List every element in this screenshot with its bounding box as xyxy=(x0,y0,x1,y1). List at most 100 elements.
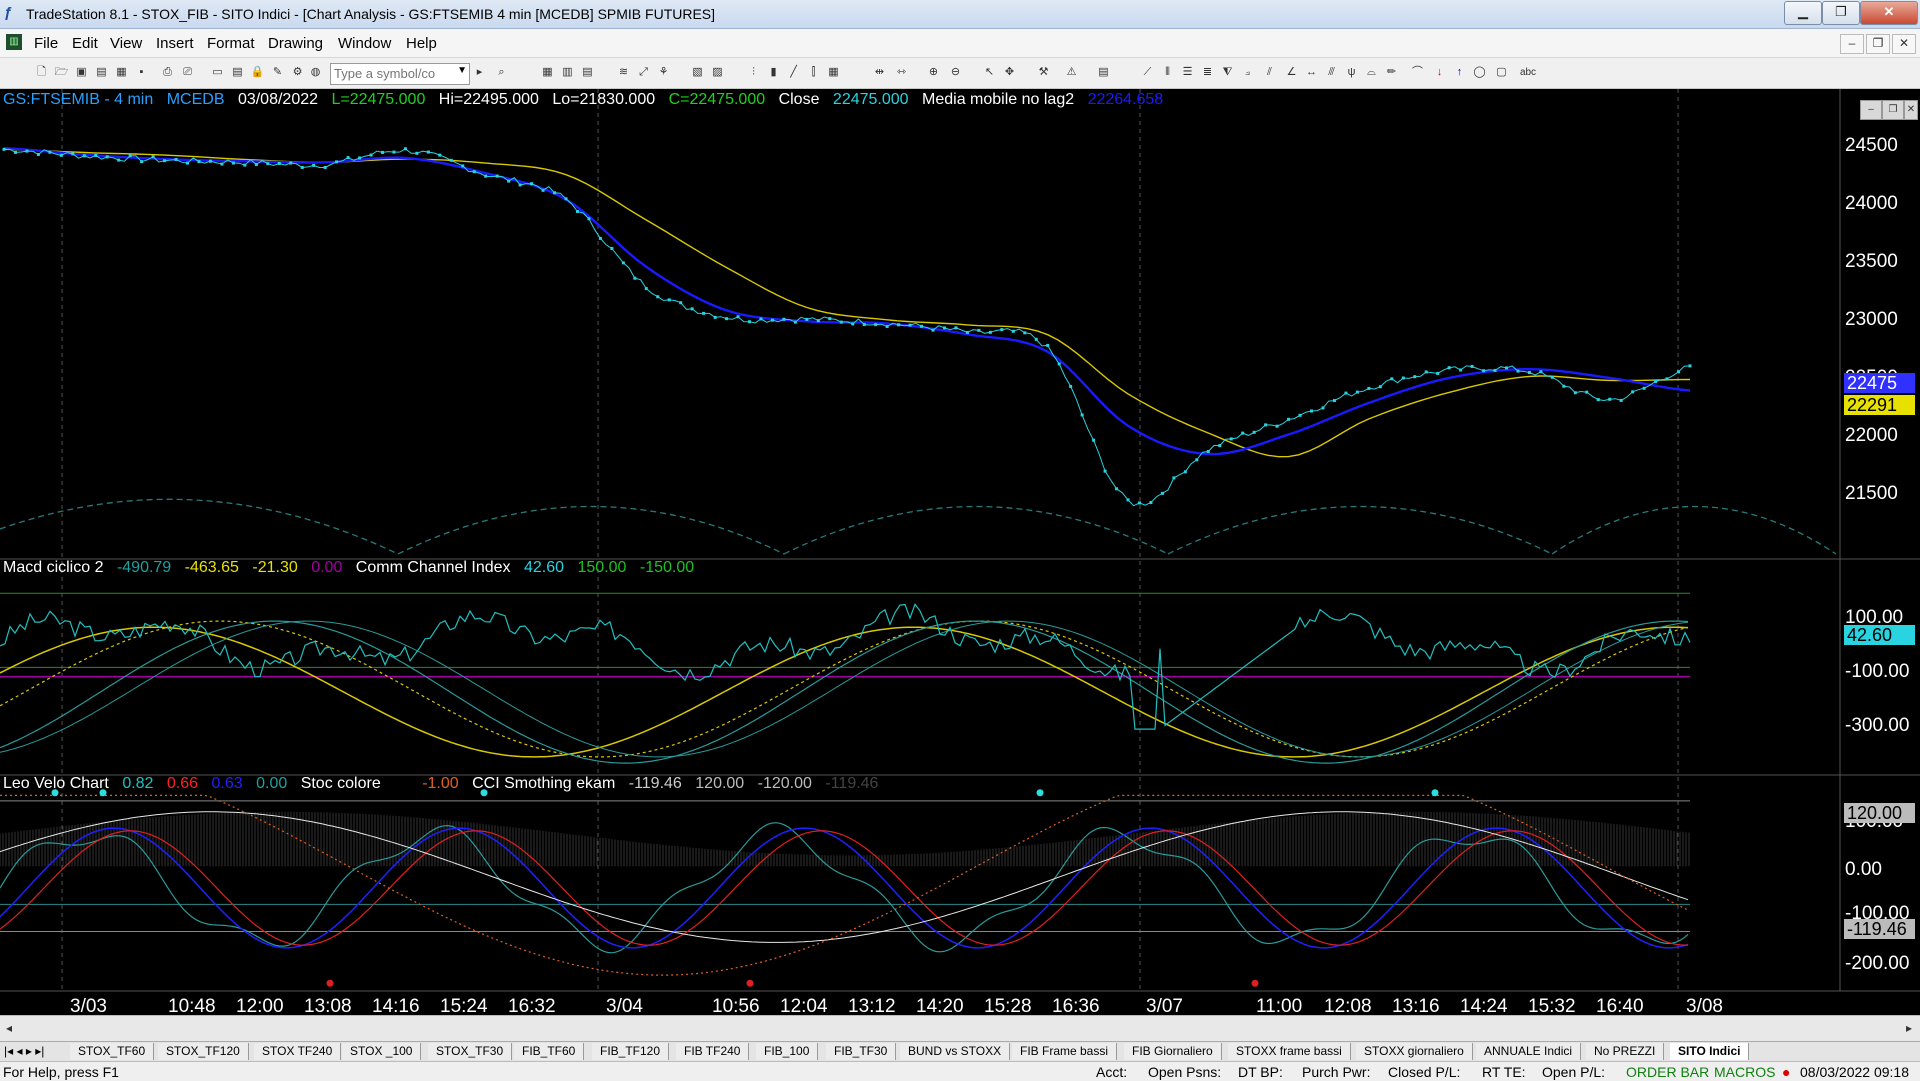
insert-strategy-icon[interactable]: ⚘ xyxy=(656,65,671,80)
trendline-icon[interactable]: ⟋ xyxy=(1140,65,1155,80)
scroll-right-icon[interactable]: ▸ xyxy=(1906,1021,1912,1035)
chart-close-button[interactable]: ✕ xyxy=(1904,100,1918,120)
workspace-tab[interactable]: BUND vs STOXX xyxy=(900,1043,1011,1060)
zoom-out-icon[interactable]: ⊖ xyxy=(948,65,963,80)
workspace-tab[interactable]: STOX _100 xyxy=(342,1043,422,1060)
print-icon[interactable]: ⎙ xyxy=(160,65,175,80)
tab-nav-icon[interactable]: |◂ ◂ ▸ ▸| xyxy=(0,1043,48,1060)
ohlc-icon[interactable]: ⫿ xyxy=(806,65,821,80)
menu-help[interactable]: Help xyxy=(406,35,437,52)
workspace-tab[interactable]: STOX_TF30 xyxy=(428,1043,513,1060)
mdi-minimize-button[interactable]: – xyxy=(1840,34,1864,54)
candle-chart-icon[interactable]: ▮ xyxy=(766,65,781,80)
insert-study-icon[interactable]: ⤢ xyxy=(636,65,651,80)
pointer-icon[interactable]: ↖ xyxy=(982,65,997,80)
format-symbol-icon[interactable]: ▥ xyxy=(560,65,575,80)
workspace-tab[interactable]: FIB_100 xyxy=(756,1043,819,1060)
menu-window[interactable]: Window xyxy=(338,35,391,52)
menu-drawing[interactable]: Drawing xyxy=(268,35,323,52)
new-workspace-icon[interactable]: ▤ xyxy=(94,65,109,80)
workspace-tab[interactable]: ANNUALE Indici xyxy=(1476,1043,1582,1060)
hammer-icon[interactable]: ⚒ xyxy=(1036,65,1051,80)
close-button[interactable]: ✕ xyxy=(1860,1,1918,25)
alert-icon[interactable]: ⚠ xyxy=(1064,65,1079,80)
ellipse-icon[interactable]: ◯ xyxy=(1472,65,1487,80)
workspace-tab[interactable]: FIB_TF60 xyxy=(514,1043,585,1060)
workspace-tab[interactable]: FIB_TF120 xyxy=(592,1043,670,1060)
angle-icon[interactable]: ∠ xyxy=(1284,65,1299,80)
symbol-input[interactable] xyxy=(331,64,449,82)
go-arrow-icon[interactable]: ▸ xyxy=(472,65,487,80)
chart-style-icon[interactable]: ▧ xyxy=(690,65,705,80)
arrow-horizontal-icon[interactable]: ↔ xyxy=(1304,65,1319,80)
open-workspace-icon[interactable]: ▣ xyxy=(74,65,89,80)
channel-icon[interactable]: ⫽ xyxy=(1262,65,1277,80)
rectangle-icon[interactable]: ▢ xyxy=(1494,65,1509,80)
fib-retrace-icon[interactable]: ≣ xyxy=(1200,65,1215,80)
format-window-icon[interactable]: ▦ xyxy=(540,65,555,80)
workspace-tab[interactable]: FIB TF240 xyxy=(676,1043,750,1060)
chart-restore-button[interactable]: ❐ xyxy=(1882,100,1904,120)
speed-lines-icon[interactable]: ⧨ xyxy=(1220,65,1235,80)
vertical-lines-icon[interactable]: ⦀ xyxy=(1160,65,1175,80)
chart-area[interactable]: GS:FTSEMIB - 4 min MCEDB 03/08/2022 L=22… xyxy=(0,89,1920,1017)
compress-bars-icon[interactable]: ⇹ xyxy=(872,65,887,80)
pencil-icon[interactable]: ✏ xyxy=(1384,65,1399,80)
calendar-icon[interactable]: ▤ xyxy=(1096,65,1111,80)
arrow-up-icon[interactable]: ↑ xyxy=(1452,65,1467,80)
workspace-tab[interactable]: No PREZZI xyxy=(1586,1043,1665,1060)
bar-chart-icon[interactable]: ⫶ xyxy=(746,65,761,80)
horizontal-lines-icon[interactable]: ☰ xyxy=(1180,65,1195,80)
chevron-down-icon[interactable]: ▼ xyxy=(457,65,467,76)
workspace-tab[interactable]: STOX TF240 xyxy=(254,1043,342,1060)
workspace-tab[interactable]: STOXX giornaliero xyxy=(1356,1043,1473,1060)
parallel-lines-icon[interactable]: ⫻ xyxy=(1324,65,1339,80)
tools-icon[interactable]: ✎ xyxy=(270,65,285,80)
workspace-tab[interactable]: STOX_TF60 xyxy=(70,1043,155,1060)
line-chart-icon[interactable]: ╱ xyxy=(786,65,801,80)
scroll-left-icon[interactable]: ◂ xyxy=(6,1021,12,1035)
zoom-in-icon[interactable]: ⊕ xyxy=(926,65,941,80)
menu-edit[interactable]: Edit xyxy=(72,35,98,52)
chart-canvas[interactable] xyxy=(0,89,1920,1015)
menu-view[interactable]: View xyxy=(110,35,142,52)
gann-fan-icon[interactable]: ⟓ xyxy=(1240,65,1255,80)
workspace-tab[interactable]: FIB Giornaliero xyxy=(1124,1043,1222,1060)
menu-insert[interactable]: Insert xyxy=(156,35,194,52)
curve-icon[interactable]: ⌒ xyxy=(1410,65,1425,80)
arcs-icon[interactable]: ⌓ xyxy=(1364,65,1379,80)
horizontal-scrollbar[interactable]: ◂ ▸ xyxy=(0,1015,1920,1042)
maximize-button[interactable]: ❐ xyxy=(1822,1,1860,25)
symbol-search[interactable]: ▼ xyxy=(330,63,470,85)
menu-format[interactable]: Format xyxy=(207,35,255,52)
globe-icon[interactable]: ◍ xyxy=(308,65,323,80)
save-icon[interactable]: ▪ xyxy=(134,65,149,80)
expand-bars-icon[interactable]: ⇿ xyxy=(894,65,909,80)
minimize-button[interactable]: ▁ xyxy=(1784,1,1822,25)
text-tool-icon[interactable]: abc xyxy=(1516,65,1540,80)
chart-window-icon[interactable]: ▭ xyxy=(210,65,225,80)
symbol-lookup-icon[interactable]: ⌕ xyxy=(494,65,509,80)
andrews-pitchfork-icon[interactable]: ψ xyxy=(1344,65,1359,80)
strategy-icon[interactable]: ⚙ xyxy=(290,65,305,80)
radar-screen-icon[interactable]: ▤ xyxy=(230,65,245,80)
chart-minimize-button[interactable]: – xyxy=(1860,100,1882,120)
status-macros[interactable]: MACROS xyxy=(1714,1064,1775,1080)
workspace-tab[interactable]: STOXX frame bassi xyxy=(1228,1043,1351,1060)
drag-icon[interactable]: ✥ xyxy=(1002,65,1017,80)
point-figure-icon[interactable]: ▦ xyxy=(826,65,841,80)
chart-style2-icon[interactable]: ▨ xyxy=(710,65,725,80)
new-icon[interactable]: 🗋 xyxy=(34,65,49,80)
workspace-tab[interactable]: STOX_TF120 xyxy=(158,1043,249,1060)
save-workspace-icon[interactable]: ▦ xyxy=(114,65,129,80)
workspace-tab[interactable]: SITO Indici xyxy=(1670,1043,1750,1060)
mdi-restore-button[interactable]: ❐ xyxy=(1866,34,1890,54)
arrow-down-icon[interactable]: ↓ xyxy=(1432,65,1447,80)
lock-icon[interactable]: 🔒 xyxy=(250,65,265,80)
workspace-tab[interactable]: FIB Frame bassi xyxy=(1012,1043,1118,1060)
insert-analysis-icon[interactable]: ≋ xyxy=(616,65,631,80)
open-icon[interactable]: 🗁 xyxy=(54,65,69,80)
menu-file[interactable]: File xyxy=(34,35,58,52)
chart-document-icon[interactable]: ▥ xyxy=(6,34,22,50)
print-preview-icon[interactable]: ⎚ xyxy=(180,65,195,80)
